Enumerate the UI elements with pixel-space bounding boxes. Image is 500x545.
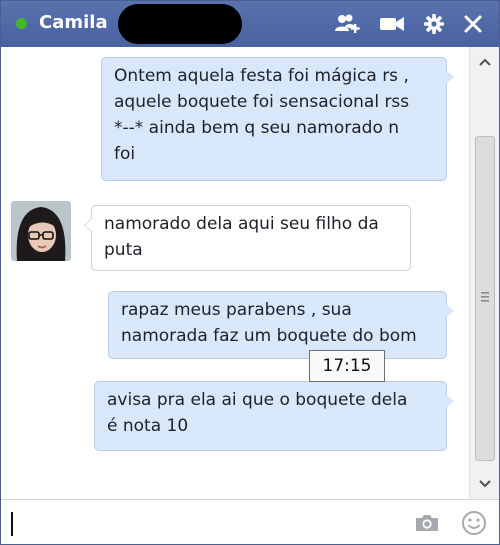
chat-titlebar[interactable]: Camila [1,1,499,47]
timestamp-tooltip: 17:15 [309,350,385,382]
message-input[interactable] [7,506,401,540]
scroll-down-arrow-icon[interactable] [470,469,499,499]
message-bubble-outgoing[interactable]: rapaz meus parabens , sua namorada faz u… [108,291,454,359]
message-line: namorada faz um boquete do bom [121,326,417,346]
message-line: puta [104,240,143,260]
compose-bar [1,499,499,544]
scrollbar[interactable] [469,47,499,499]
scroll-up-arrow-icon[interactable] [470,47,499,77]
message-bubble-outgoing[interactable]: avisa pra ela ai que o boquete dela é no… [94,381,454,451]
message-bubble-incoming[interactable]: namorado dela aqui seu filho da puta [84,205,411,271]
close-icon[interactable] [458,11,488,37]
add-friends-icon[interactable] [333,11,363,37]
contact-name[interactable]: Camila [39,11,108,35]
message-line: rapaz meus parabens , sua [121,300,352,320]
message-line: namorado dela aqui seu filho da [104,214,379,234]
text-caret [11,512,13,536]
gear-icon[interactable] [419,11,449,37]
message-line: aquele boquete foi sensacional rss [114,92,410,112]
avatar[interactable] [11,201,71,261]
camera-icon[interactable] [412,508,442,538]
chat-window: Camila Ontem aquela festa foi mágica rs … [0,0,500,545]
video-camera-icon[interactable] [377,11,407,37]
message-list[interactable]: Ontem aquela festa foi mágica rs , aquel… [1,47,469,499]
message-line: é nota 10 [107,416,189,436]
message-bubble-outgoing[interactable]: Ontem aquela festa foi mágica rs , aquel… [101,57,454,181]
emoji-icon[interactable] [459,508,489,538]
scrollbar-thumb[interactable] [475,136,495,461]
message-line: *--* ainda bem q seu namorado n [114,118,400,138]
message-line: avisa pra ela ai que o boquete dela [107,390,408,410]
online-status-icon [16,18,27,29]
message-line: foi [114,144,136,164]
message-line: Ontem aquela festa foi mágica rs , [114,66,409,86]
redaction-mark [118,4,242,44]
